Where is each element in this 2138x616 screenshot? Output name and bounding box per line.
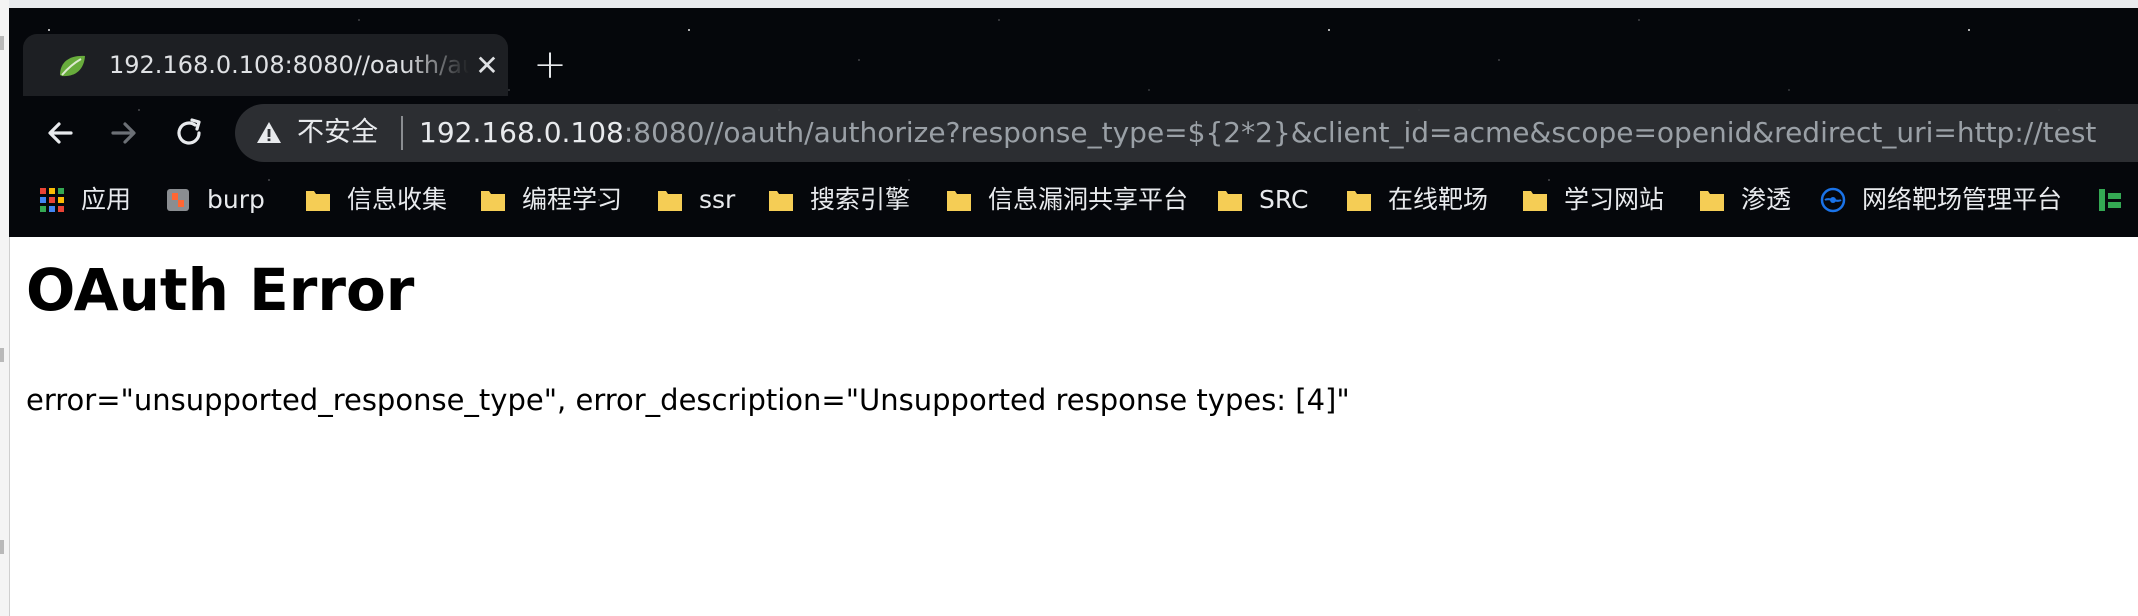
error-message: error="unsupported_response_type", error… [26,383,1350,417]
address-bar[interactable]: 不安全 192.168.0.108:8080//oauth/authorize?… [235,104,2138,162]
plus-icon: + [533,42,567,88]
bookmark-label: 渗透 [1741,185,1792,214]
bookmarks-bar: 应用 burp 信息收集 编程学习 ssr 搜索引擎 信息漏洞共享平台 SRC … [9,172,2138,228]
bookmark-label: 编程学习 [522,185,623,214]
bookmark-label: 学习网站 [1564,185,1665,214]
window-top-strip [9,0,2138,8]
address-separator [401,116,403,150]
url-path: :8080//oauth/authorize?response_type=${2… [623,116,2097,149]
bookmark-label: 网络靶场管理平台 [1862,185,2063,214]
edge-mark [0,540,4,554]
new-tab-button[interactable]: + [532,45,568,85]
reload-icon[interactable] [168,112,210,154]
folder-icon [769,191,793,211]
edge-mark [0,348,4,362]
back-arrow-icon[interactable] [39,112,81,154]
url-host: 192.168.0.108 [419,116,624,149]
folder-icon [481,191,505,211]
bookmark-label: burp [207,185,265,214]
forward-arrow-icon[interactable] [103,112,145,154]
bookmark-label: 在线靶场 [1388,185,1489,214]
url-text[interactable]: 192.168.0.108:8080//oauth/authorize?resp… [419,115,2096,151]
apps-grid-icon [40,188,64,212]
bookmark-label: SRC [1259,185,1309,214]
folder-icon [1347,191,1371,211]
bookmark-label: 信息收集 [347,185,448,214]
folder-icon [1523,191,1547,211]
active-tab[interactable]: 192.168.0.108:8080//oauth/authorize?resp… [23,34,508,96]
spring-leaf-icon [60,55,85,77]
browser-chrome: 192.168.0.108:8080//oauth/authorize?resp… [9,0,2138,237]
warning-triangle-icon[interactable] [255,119,283,147]
bookmark-label: 应用 [81,185,132,214]
overflow-app-icon [2099,189,2121,211]
tab-title: 192.168.0.108:8080//oauth/authorize?resp… [109,51,469,79]
bookmark-label: 搜索引擎 [810,185,911,214]
bookmarks-overflow[interactable] [2097,182,2137,218]
folder-icon [1218,191,1242,211]
edge-mark [0,36,4,50]
burp-icon [167,189,189,211]
page-title: OAuth Error [26,256,415,324]
bookmark-label: ssr [699,185,736,214]
bookmark-label: 信息漏洞共享平台 [988,185,1189,214]
close-icon[interactable]: ✕ [473,52,501,80]
security-label[interactable]: 不安全 [297,116,378,150]
folder-icon [658,191,682,211]
folder-icon [1700,191,1724,211]
folder-icon [947,191,971,211]
folder-icon [306,191,330,211]
globe-icon [1820,187,1846,213]
